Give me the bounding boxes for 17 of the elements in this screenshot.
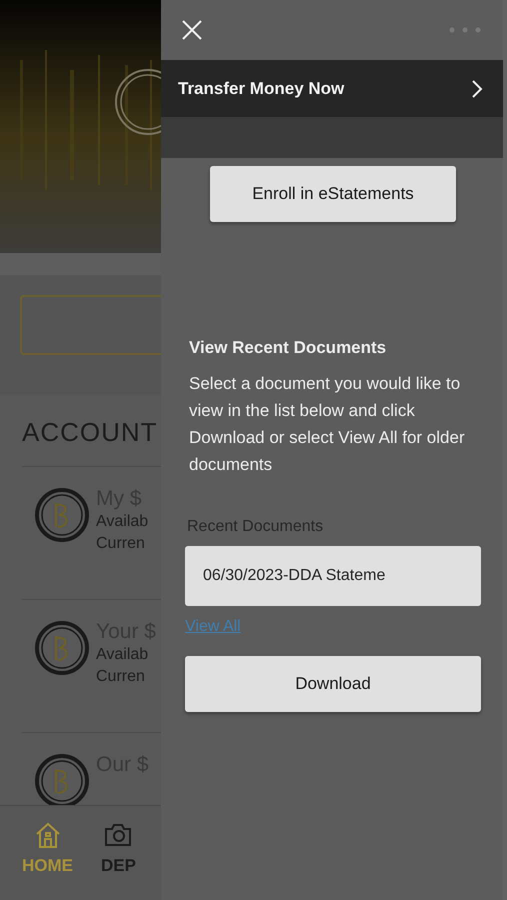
section-heading: ACCOUNT: [22, 417, 159, 448]
download-button[interactable]: Download: [185, 656, 481, 712]
account-balance-label: Curren: [96, 666, 146, 687]
more-icon: [449, 27, 481, 33]
description-text: Select a document you would like to view in the list below and click Download or select View All for older documents: [189, 373, 466, 476]
chevron-right-icon: [471, 78, 483, 98]
account-balance-label: Curren: [96, 534, 146, 554]
document-select[interactable]: 06/30/2023-DDA Stateme: [185, 546, 481, 606]
account-balance-label: Availab: [96, 512, 148, 532]
enroll-button[interactable]: Enroll in eStatements: [210, 166, 456, 222]
account-balance-label: Availab: [96, 645, 150, 665]
bank-logo-icon: [34, 620, 90, 676]
section-heading: View Recent Documents: [189, 338, 388, 358]
transfer-menu-item[interactable]: Transfer Money Now: [161, 60, 503, 117]
close-icon[interactable]: [181, 19, 203, 41]
bank-logo-icon: [34, 753, 90, 805]
bank-logo-icon: [34, 487, 90, 543]
